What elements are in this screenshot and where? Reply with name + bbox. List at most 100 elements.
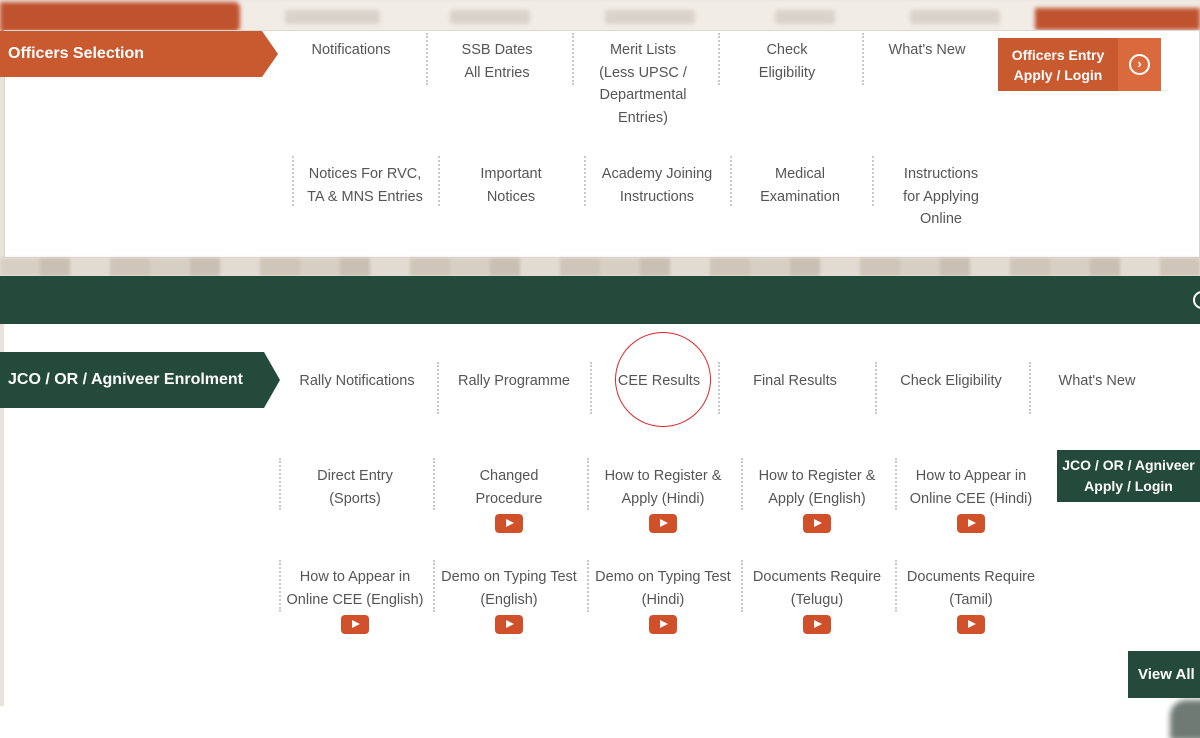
link-merit-lists[interactable]: Merit Lists (Less UPSC / Departmental En…: [582, 39, 704, 129]
link-direct-entry-sports[interactable]: Direct Entry (Sports): [284, 465, 426, 510]
link-appear-online-cee-english[interactable]: How to Appear in Online CEE (English): [282, 566, 428, 634]
link-typing-test-english[interactable]: Demo on Typing Test (English): [436, 566, 582, 634]
link-documents-telugu[interactable]: Documents Require (Telugu): [744, 566, 890, 634]
link-rally-programme[interactable]: Rally Programme: [444, 370, 584, 393]
link-label: Academy Joining Instructions: [601, 166, 713, 205]
button-label: View All: [1138, 666, 1195, 683]
link-important-notices[interactable]: Important Notices: [446, 163, 576, 208]
link-notices-rvc-ta-mns[interactable]: Notices For RVC, TA & MNS Entries: [298, 163, 432, 208]
divider: [875, 362, 877, 414]
view-all-button[interactable]: View All: [1128, 651, 1200, 698]
blurred-tab: [0, 2, 240, 32]
blurred-tab: [450, 10, 530, 24]
link-check-eligibility[interactable]: Check Eligibility: [884, 370, 1018, 393]
link-label: Rally Programme: [458, 373, 570, 389]
play-video-icon[interactable]: [649, 514, 677, 533]
divider: [718, 33, 720, 85]
link-label: How to Appear in Online CEE (Hindi): [909, 468, 1033, 507]
blurred-tab: [910, 10, 1000, 24]
divider: [730, 156, 732, 206]
link-typing-test-hindi[interactable]: Demo on Typing Test (Hindi): [590, 566, 736, 634]
link-label: Documents Require (Tamil): [906, 569, 1036, 608]
link-label: Notifications: [311, 42, 391, 58]
play-video-icon[interactable]: [957, 615, 985, 634]
divider: [572, 33, 574, 85]
officers-selection-label: Officers Selection: [0, 31, 278, 77]
link-whats-new[interactable]: What's New: [1036, 370, 1158, 393]
divider: [872, 156, 874, 206]
link-whats-new[interactable]: What's New: [868, 39, 986, 62]
chevron-right-circle-icon: ›: [1129, 54, 1150, 75]
link-label: SSB Dates All Entries: [461, 42, 533, 81]
divider: [433, 458, 435, 510]
divider: [433, 560, 435, 612]
section-divider-band: [0, 276, 1200, 324]
link-final-results[interactable]: Final Results: [730, 370, 860, 393]
divider: [895, 458, 897, 510]
button-label: JCO / OR / Agniveer Apply / Login: [1062, 457, 1195, 494]
floating-widget[interactable]: [1170, 700, 1200, 738]
play-video-icon[interactable]: [957, 514, 985, 533]
link-label: Instructions for Applying Online: [903, 166, 979, 227]
link-medical-examination[interactable]: Medical Examination: [736, 163, 864, 208]
link-label: What's New: [1058, 373, 1136, 389]
link-label: Notices For RVC, TA & MNS Entries: [307, 166, 423, 205]
blurred-tab: [285, 10, 380, 24]
link-notifications[interactable]: Notifications: [290, 39, 412, 62]
divider: [437, 362, 439, 414]
officers-selection-title: Officers Selection: [8, 45, 145, 62]
top-navigation-blurred: [0, 0, 1200, 34]
divider: [741, 560, 743, 612]
page-bottom: [0, 706, 1200, 738]
link-instructions-applying-online[interactable]: Instructions for Applying Online: [876, 163, 1006, 231]
link-academy-joining[interactable]: Academy Joining Instructions: [590, 163, 724, 208]
link-label: What's New: [888, 42, 966, 58]
play-video-icon[interactable]: [649, 615, 677, 634]
button-arrow-area: ›: [1118, 38, 1161, 91]
link-label: Demo on Typing Test (English): [441, 569, 577, 608]
play-video-icon[interactable]: [495, 514, 523, 533]
play-video-icon[interactable]: [495, 615, 523, 634]
link-label: Final Results: [753, 373, 837, 389]
link-appear-online-cee-hindi[interactable]: How to Appear in Online CEE (Hindi): [900, 465, 1042, 533]
divider: [584, 156, 586, 206]
link-label: Merit Lists (Less UPSC / Departmental En…: [599, 42, 687, 126]
divider: [279, 458, 281, 510]
link-check-eligibility[interactable]: Check Eligibility: [726, 39, 848, 84]
enrolment-label: JCO / OR / Agniveer Enrolment: [0, 352, 280, 408]
link-documents-tamil[interactable]: Documents Require (Tamil): [898, 566, 1044, 634]
play-video-icon[interactable]: [803, 615, 831, 634]
link-label: How to Register & Apply (Hindi): [604, 468, 722, 507]
link-rally-notifications[interactable]: Rally Notifications: [284, 370, 430, 393]
link-label: Rally Notifications: [299, 373, 415, 389]
divider: [590, 362, 592, 414]
officers-entry-apply-login-button[interactable]: Officers Entry Apply / Login ›: [998, 38, 1161, 91]
divider: [292, 156, 294, 206]
divider: [438, 156, 440, 206]
link-changed-procedure[interactable]: Changed Procedure: [438, 465, 580, 533]
divider: [587, 458, 589, 510]
divider: [1029, 362, 1031, 414]
play-video-icon[interactable]: [803, 514, 831, 533]
blurred-tab: [605, 10, 695, 24]
highlight-annotation-circle: [615, 332, 711, 427]
link-label: Direct Entry (Sports): [317, 468, 393, 507]
link-label: Documents Require (Telugu): [752, 569, 882, 608]
divider: [895, 560, 897, 612]
link-label: How to Register & Apply (English): [758, 468, 876, 507]
blurred-tab: [775, 10, 835, 24]
play-video-icon[interactable]: [341, 615, 369, 634]
divider: [279, 560, 281, 612]
link-label: Changed Procedure: [475, 468, 543, 507]
divider: [862, 33, 864, 85]
link-label: Check Eligibility: [758, 42, 816, 81]
divider: [426, 33, 428, 85]
blurred-tab: [1035, 8, 1200, 30]
jco-or-agniveer-apply-login-button[interactable]: JCO / OR / Agniveer Apply / Login: [1057, 450, 1200, 502]
link-register-apply-english[interactable]: How to Register & Apply (English): [746, 465, 888, 533]
divider: [587, 560, 589, 612]
link-register-apply-hindi[interactable]: How to Register & Apply (Hindi): [592, 465, 734, 533]
button-label: Officers Entry Apply / Login: [1011, 46, 1105, 83]
camouflage-band: [0, 258, 1200, 276]
link-ssb-dates[interactable]: SSB Dates All Entries: [436, 39, 558, 84]
